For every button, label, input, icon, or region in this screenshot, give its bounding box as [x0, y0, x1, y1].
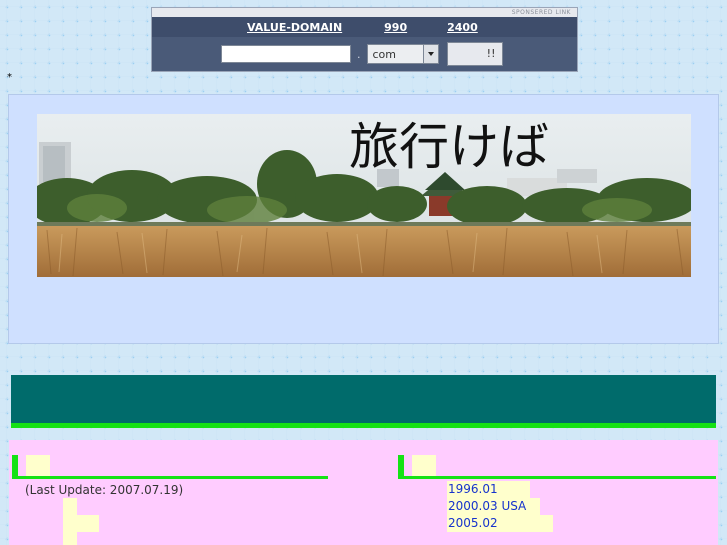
- main-content: (Last Update: 2007.07.19) 1996.01 2000.0…: [9, 440, 718, 545]
- left-header-label: [26, 455, 50, 476]
- sponsor-label: SPONSERED LINK: [152, 8, 577, 17]
- sponsored-link-box: SPONSERED LINK VALUE-DOMAIN 990 2400 . c…: [151, 7, 578, 72]
- header-panel: 旅行けば: [8, 94, 719, 344]
- promo-price-2[interactable]: 2400: [447, 21, 492, 34]
- domain-search-row: . com !!: [152, 37, 577, 71]
- promo-row: VALUE-DOMAIN 990 2400: [152, 17, 577, 37]
- title-bar: [11, 375, 716, 423]
- history-item-1[interactable]: 1996.01: [447, 481, 530, 498]
- tld-selected-value: com: [372, 47, 397, 61]
- domain-dot: .: [357, 47, 361, 61]
- history-item-3[interactable]: 2005.02: [447, 515, 553, 532]
- banner-title: 旅行けば: [349, 118, 549, 176]
- left-header-rule: [12, 476, 328, 479]
- right-header-rule: [398, 476, 716, 479]
- history-item-2[interactable]: 2000.03 USA: [447, 498, 540, 515]
- chevron-down-icon[interactable]: [422, 45, 438, 63]
- title-underline: [11, 423, 716, 428]
- left-highlight-block: [63, 515, 99, 532]
- value-domain-link[interactable]: VALUE-DOMAIN: [247, 21, 342, 34]
- last-update-text: (Last Update: 2007.07.19): [25, 483, 184, 497]
- tld-select[interactable]: com: [366, 44, 439, 64]
- domain-input[interactable]: [221, 45, 351, 63]
- right-header-label: [412, 455, 436, 476]
- asterisk-mark: *: [7, 72, 12, 83]
- domain-search-button[interactable]: !!: [446, 42, 503, 66]
- banner-image: 旅行けば: [37, 114, 691, 277]
- promo-price-1[interactable]: 990: [384, 21, 407, 34]
